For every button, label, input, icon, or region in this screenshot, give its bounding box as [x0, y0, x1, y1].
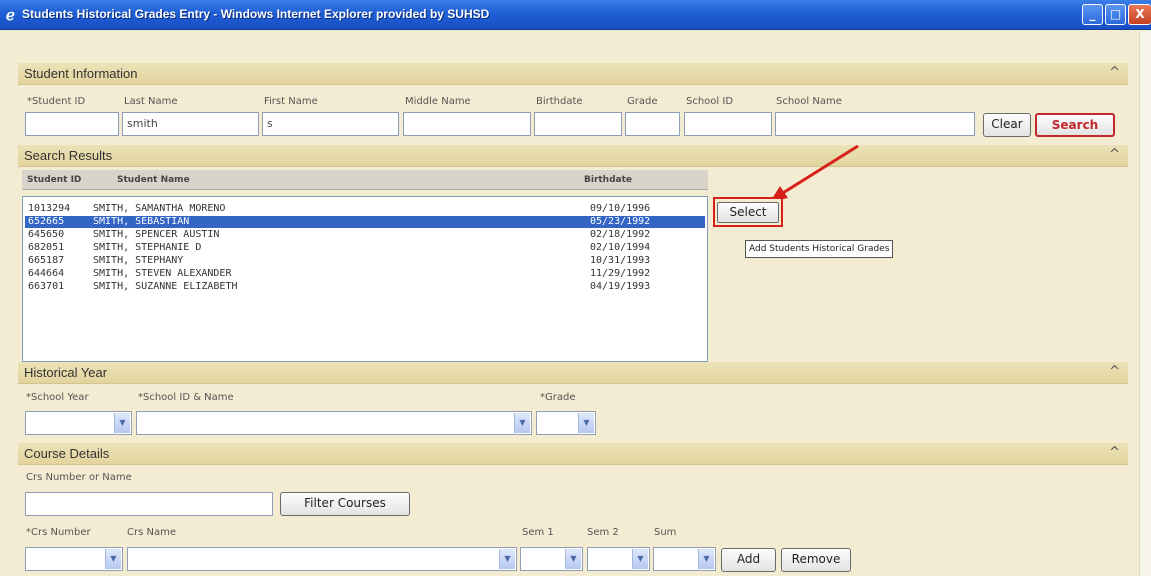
section-title: Course Details [24, 446, 110, 461]
section-title: Historical Year [24, 365, 108, 380]
sem2-label: Sem 2 [587, 527, 619, 538]
filter-courses-button[interactable]: Filter Courses [280, 492, 410, 516]
chevron-down-icon[interactable]: ▼ [632, 549, 648, 569]
list-item-selected[interactable]: 652665 SMITH, SEBASTIAN 05/23/1992 [25, 216, 705, 228]
collapse-icon[interactable]: ^ [1109, 364, 1120, 379]
school-year-label: *School Year [26, 392, 89, 403]
select-button-highlight: Select [713, 197, 783, 227]
window-title: Students Historical Grades Entry - Windo… [22, 7, 490, 21]
middle-name-label: Middle Name [405, 96, 471, 107]
birthdate-label: Birthdate [536, 96, 583, 107]
student-id-label: *Student ID [27, 96, 86, 107]
clear-button[interactable]: Clear [983, 113, 1031, 137]
close-button[interactable]: X [1128, 4, 1151, 25]
first-name-label: First Name [264, 96, 318, 107]
grade-label: Grade [627, 96, 658, 107]
add-button[interactable]: Add [721, 548, 776, 572]
last-name-field[interactable]: smith [122, 112, 259, 136]
last-name-label: Last Name [124, 96, 178, 107]
sum-select[interactable]: ▼ [653, 547, 716, 571]
vertical-scrollbar[interactable] [1139, 31, 1151, 576]
crs-number-select[interactable]: ▼ [25, 547, 123, 571]
results-grid-header: Student ID Student Name Birthdate [22, 170, 708, 190]
chevron-down-icon[interactable]: ▼ [698, 549, 714, 569]
chevron-down-icon[interactable]: ▼ [105, 549, 121, 569]
sem1-select[interactable]: ▼ [520, 547, 583, 571]
column-birthdate[interactable]: Birthdate [584, 175, 632, 185]
crs-number-label: *Crs Number [26, 527, 91, 538]
crs-name-select[interactable]: ▼ [127, 547, 517, 571]
search-button[interactable]: Search [1035, 113, 1115, 137]
school-select[interactable]: ▼ [136, 411, 532, 435]
ie-logo-icon: ℯ [6, 6, 15, 24]
school-name-field[interactable] [775, 112, 975, 136]
school-id-name-label: *School ID & Name [138, 392, 234, 403]
chevron-down-icon[interactable]: ▼ [514, 413, 530, 433]
student-id-field[interactable] [25, 112, 119, 136]
list-item[interactable]: 682051 SMITH, STEPHANIE D 02/10/1994 [25, 242, 705, 254]
first-name-field[interactable]: s [262, 112, 399, 136]
crs-name-label: Crs Name [127, 527, 176, 538]
sum-label: Sum [654, 527, 677, 538]
sem2-select[interactable]: ▼ [587, 547, 650, 571]
grade-select[interactable]: ▼ [536, 411, 596, 435]
search-results-list[interactable]: 1013294 SMITH, SAMANTHA MORENO 09/10/1996 … [22, 196, 708, 362]
chevron-down-icon[interactable]: ▼ [565, 549, 581, 569]
crs-search-label: Crs Number or Name [26, 472, 132, 483]
minimize-button[interactable]: _ [1082, 4, 1103, 25]
remove-button[interactable]: Remove [781, 548, 851, 572]
student-info-header[interactable]: Student Information ^ [18, 63, 1128, 85]
list-item[interactable]: 644664 SMITH, STEVEN ALEXANDER 11/29/1992 [25, 268, 705, 280]
school-year-select[interactable]: ▼ [25, 411, 132, 435]
school-id-field[interactable] [684, 112, 772, 136]
chevron-down-icon[interactable]: ▼ [114, 413, 130, 433]
middle-name-field[interactable] [403, 112, 531, 136]
select-tooltip: Add Students Historical Grades [745, 240, 894, 258]
chevron-down-icon[interactable]: ▼ [578, 413, 594, 433]
birthdate-field[interactable] [534, 112, 622, 136]
grade-field[interactable] [625, 112, 680, 136]
collapse-icon[interactable]: ^ [1109, 147, 1120, 162]
maximize-button[interactable]: □ [1105, 4, 1126, 25]
column-student-id[interactable]: Student ID [27, 175, 81, 185]
list-item[interactable]: 1013294 SMITH, SAMANTHA MORENO 09/10/1996 [25, 203, 705, 215]
list-item[interactable]: 663701 SMITH, SUZANNE ELIZABETH 04/19/1993 [25, 281, 705, 293]
course-search-field[interactable] [25, 492, 273, 516]
school-name-label: School Name [776, 96, 842, 107]
chevron-down-icon[interactable]: ▼ [499, 549, 515, 569]
sem1-label: Sem 1 [522, 527, 554, 538]
course-details-header[interactable]: Course Details ^ [18, 443, 1128, 465]
collapse-icon[interactable]: ^ [1109, 65, 1120, 80]
list-item[interactable]: 645650 SMITH, SPENCER AUSTIN 02/18/1992 [25, 229, 705, 241]
collapse-icon[interactable]: ^ [1109, 445, 1120, 460]
section-title: Student Information [24, 66, 138, 81]
school-id-label: School ID [686, 96, 734, 107]
window-titlebar: ℯ Students Historical Grades Entry - Win… [0, 0, 1151, 30]
list-item[interactable]: 665187 SMITH, STEPHANY 10/31/1993 [25, 255, 705, 267]
select-button[interactable]: Select [717, 202, 779, 223]
section-title: Search Results [24, 148, 113, 163]
historical-year-header[interactable]: Historical Year ^ [18, 362, 1128, 384]
hist-grade-label: *Grade [540, 392, 576, 403]
search-results-header[interactable]: Search Results ^ [18, 145, 1128, 167]
column-student-name[interactable]: Student Name [117, 175, 190, 185]
